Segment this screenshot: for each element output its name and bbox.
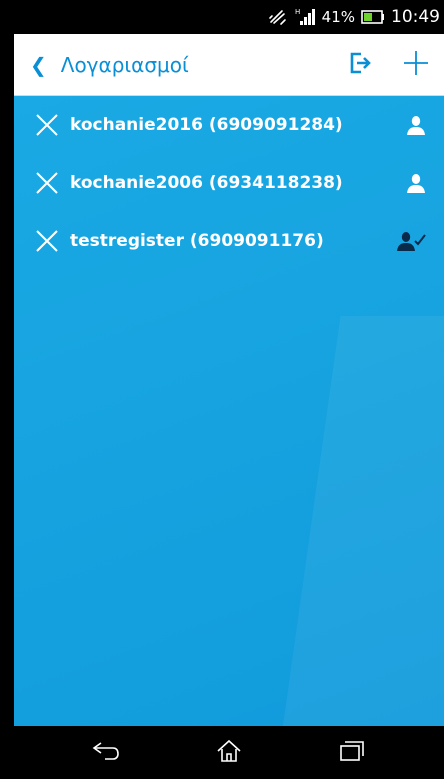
status-bar: H 41% 10:49 [14, 0, 444, 34]
recents-icon [339, 740, 365, 766]
close-icon [36, 230, 58, 252]
clock: 10:49 [391, 7, 440, 27]
nav-home-button[interactable] [199, 726, 259, 779]
account-row[interactable]: kochanie2006 (6934118238) [14, 154, 444, 212]
page-title: Λογαριασμοί [60, 52, 189, 77]
plus-icon [402, 49, 430, 81]
home-icon [216, 739, 242, 767]
user-check-icon [394, 231, 426, 251]
user-icon [394, 115, 426, 135]
account-label: kochanie2016 (6909091284) [70, 115, 343, 135]
chevron-left-icon: ❮ [30, 52, 47, 77]
back-button[interactable]: ❮ Λογαριασμοί [14, 34, 189, 95]
navigation-bar [14, 726, 444, 779]
signal-icon: H [294, 8, 316, 26]
account-row-active[interactable]: testregister (6909091176) [14, 212, 444, 270]
nav-back-button[interactable] [76, 726, 136, 779]
close-icon [36, 114, 58, 136]
remove-account-button[interactable] [34, 170, 60, 196]
remove-account-button[interactable] [34, 228, 60, 254]
accounts-list: kochanie2016 (6909091284) kochanie2006 (… [14, 96, 444, 726]
user-icon [394, 173, 426, 193]
account-row[interactable]: kochanie2016 (6909091284) [14, 96, 444, 154]
svg-text:H: H [295, 8, 300, 16]
battery-icon [361, 10, 385, 24]
action-bar: ❮ Λογαριασμοί [14, 34, 444, 96]
add-account-button[interactable] [388, 34, 444, 95]
left-edge [0, 0, 14, 779]
remove-account-button[interactable] [34, 112, 60, 138]
account-label: testregister (6909091176) [70, 231, 324, 251]
vibrate-icon [268, 8, 288, 26]
battery-percent: 41% [321, 8, 355, 26]
nav-recents-button[interactable] [322, 726, 382, 779]
logout-icon [348, 51, 372, 79]
logout-button[interactable] [332, 34, 388, 95]
back-arrow-icon [91, 741, 121, 765]
account-label: kochanie2006 (6934118238) [70, 173, 343, 193]
close-icon [36, 172, 58, 194]
